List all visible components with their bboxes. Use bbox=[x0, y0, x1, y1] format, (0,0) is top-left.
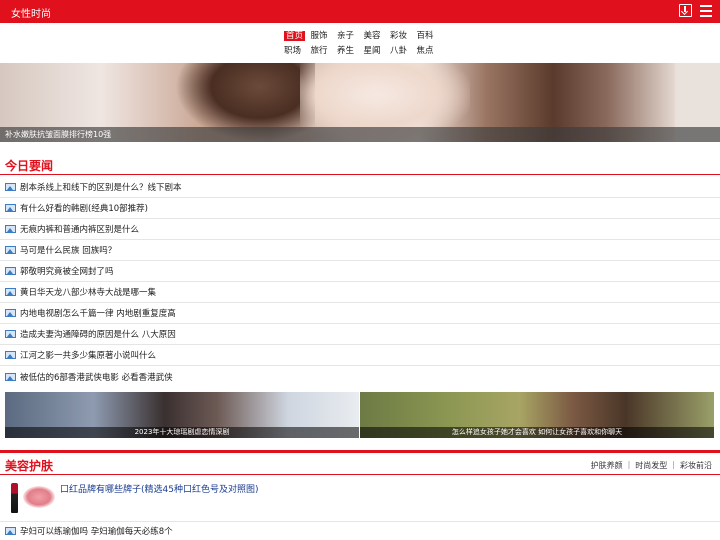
list-item[interactable]: 孕妇可以练瑜伽吗 孕妇瑜伽每天必练8个 bbox=[0, 521, 720, 540]
list-item[interactable]: 内地电视剧怎么千篇一律 内地剧重复度高 bbox=[0, 303, 720, 324]
nav-item-parenting[interactable]: 亲子 bbox=[335, 30, 362, 45]
list-item-title[interactable]: 黄日华天龙八部少林寺大战是哪一集 bbox=[20, 286, 156, 298]
feature-title[interactable]: 口红品牌有哪些牌子(精选45种口红色号及对照图) bbox=[60, 482, 258, 495]
nav-row: 首页 服饰 亲子 美容 彩妆 百科 bbox=[282, 30, 442, 45]
nav-item-celebrity[interactable]: 星闻 bbox=[362, 45, 389, 60]
nav-item-health[interactable]: 养生 bbox=[335, 45, 362, 60]
list-item-title[interactable]: 造成夫妻沟通障碍的原因是什么 八大原因 bbox=[20, 328, 176, 340]
photo-card[interactable]: 怎么样追女孩子她才会喜欢 如何让女孩子喜欢和你聊天 bbox=[360, 392, 714, 438]
image-icon bbox=[5, 225, 16, 233]
list-item-title[interactable]: 郭敬明究竟被全网封了吗 bbox=[20, 265, 114, 277]
list-item[interactable]: 剧本杀线上和线下的区别是什么？线下剧本 bbox=[0, 177, 720, 198]
image-icon bbox=[5, 183, 16, 191]
image-icon bbox=[5, 204, 16, 212]
list-item-title[interactable]: 被低估的6部香港武侠电影 必看香港武侠 bbox=[20, 371, 173, 383]
banner-caption[interactable]: 补水嫩肤抗皱面膜排行榜10强 bbox=[0, 127, 720, 142]
image-icon bbox=[5, 527, 16, 535]
photo-caption[interactable]: 怎么样追女孩子她才会喜欢 如何让女孩子喜欢和你聊天 bbox=[360, 427, 714, 438]
subnav-skincare-link[interactable]: 护肤养颜 bbox=[591, 460, 623, 471]
list-item-title[interactable]: 江河之影一共多少集原著小说叫什么 bbox=[20, 349, 156, 361]
subnav-hairstyle-link[interactable]: 时尚发型 bbox=[635, 460, 667, 471]
beauty-subnav: 护肤养颜 | 时尚发型 | 彩妆前沿 bbox=[591, 460, 712, 471]
separator: | bbox=[672, 460, 675, 469]
lip-image bbox=[23, 486, 55, 508]
lipstick-image bbox=[11, 483, 18, 513]
list-item-title[interactable]: 孕妇可以练瑜伽吗 孕妇瑜伽每天必练8个 bbox=[20, 525, 173, 537]
photo-card[interactable]: 2023年十大琼瑶剧虐恋情深剧 bbox=[5, 392, 359, 438]
download-icon[interactable] bbox=[679, 4, 692, 17]
list-item-title[interactable]: 有什么好看的韩剧(经典10部推荐) bbox=[20, 202, 148, 214]
list-item-title[interactable]: 剧本杀线上和线下的区别是什么？线下剧本 bbox=[20, 181, 182, 193]
image-icon bbox=[5, 372, 16, 381]
list-item[interactable]: 马可是什么民族 回族吗？ bbox=[0, 240, 720, 261]
nav-row: 职场 旅行 养生 星闻 八卦 焦点 bbox=[282, 45, 442, 60]
nav-item-clothing[interactable]: 服饰 bbox=[309, 30, 336, 45]
menu-icon[interactable] bbox=[700, 5, 712, 17]
list-item[interactable]: 被低估的6部香港武侠电影 必看香港武侠 bbox=[0, 366, 720, 387]
image-icon bbox=[5, 288, 16, 296]
list-item-title[interactable]: 马可是什么民族 回族吗？ bbox=[20, 244, 116, 256]
beauty-section-title[interactable]: 美容护肤 bbox=[5, 457, 53, 474]
image-icon bbox=[5, 330, 16, 338]
image-icon bbox=[5, 309, 16, 317]
list-item-title[interactable]: 内地电视剧怎么千篇一律 内地剧重复度高 bbox=[20, 307, 176, 319]
nav-item-travel[interactable]: 旅行 bbox=[309, 45, 336, 60]
nav-item-beauty[interactable]: 美容 bbox=[362, 30, 389, 45]
list-item[interactable]: 造成夫妻沟通障碍的原因是什么 八大原因 bbox=[0, 324, 720, 345]
top-bar: 女性时尚 bbox=[0, 0, 720, 23]
photo-caption[interactable]: 2023年十大琼瑶剧虐恋情深剧 bbox=[5, 427, 359, 438]
nav-item-focus[interactable]: 焦点 bbox=[415, 45, 442, 60]
nav-item-gossip[interactable]: 八卦 bbox=[388, 45, 415, 60]
divider bbox=[0, 474, 720, 475]
lipstick-thumbnail[interactable] bbox=[5, 480, 57, 516]
divider bbox=[0, 174, 720, 175]
nav-item-encyclopedia[interactable]: 百科 bbox=[415, 30, 442, 45]
subnav-makeup-link[interactable]: 彩妆前沿 bbox=[680, 460, 712, 471]
banner-slide[interactable]: 补水嫩肤抗皱面膜排行榜10强 bbox=[0, 63, 720, 142]
feature-article[interactable]: 口红品牌有哪些牌子(精选45种口红色号及对照图) bbox=[5, 478, 715, 518]
list-item-title[interactable]: 无痕内裤和普通内裤区别是什么 bbox=[20, 223, 139, 235]
separator: | bbox=[627, 460, 631, 469]
today-news-title: 今日要闻 bbox=[5, 159, 54, 173]
nav-item-career[interactable]: 职场 bbox=[282, 45, 309, 60]
image-icon bbox=[5, 267, 16, 275]
category-nav: 首页 服饰 亲子 美容 彩妆 百科 职场 旅行 养生 星闻 八卦 焦点 bbox=[282, 30, 442, 60]
list-item[interactable]: 黄日华天龙八部少林寺大战是哪一集 bbox=[0, 282, 720, 303]
image-icon bbox=[5, 351, 16, 359]
today-news-list: 剧本杀线上和线下的区别是什么？线下剧本 有什么好看的韩剧(经典10部推荐) 无痕… bbox=[0, 177, 720, 387]
site-title[interactable]: 女性时尚 bbox=[11, 5, 51, 20]
nav-item-makeup[interactable]: 彩妆 bbox=[388, 30, 415, 45]
list-item[interactable]: 江河之影一共多少集原著小说叫什么 bbox=[0, 345, 720, 366]
list-item[interactable]: 郭敬明究竟被全网封了吗 bbox=[0, 261, 720, 282]
list-item[interactable]: 有什么好看的韩剧(经典10部推荐) bbox=[0, 198, 720, 219]
section-divider bbox=[0, 450, 720, 453]
image-icon bbox=[5, 246, 16, 254]
nav-item-home[interactable]: 首页 bbox=[282, 30, 309, 45]
list-item[interactable]: 无痕内裤和普通内裤区别是什么 bbox=[0, 219, 720, 240]
